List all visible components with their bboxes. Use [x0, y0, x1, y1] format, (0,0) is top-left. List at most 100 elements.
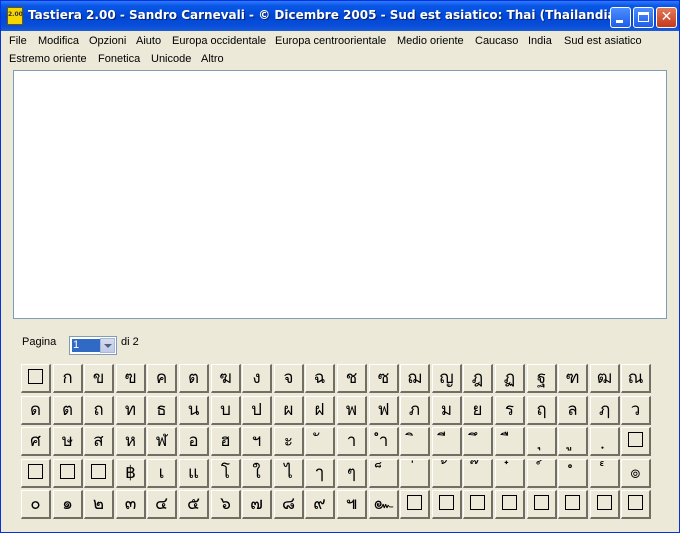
- key-r5-c15[interactable]: □: [463, 490, 493, 519]
- chevron-down-icon[interactable]: [100, 338, 115, 353]
- key-r3-c3[interactable]: ส: [84, 427, 114, 456]
- close-button[interactable]: ✕: [656, 7, 677, 28]
- key-r1-c3[interactable]: ข: [84, 364, 114, 393]
- key-r1-c10[interactable]: ฉ: [305, 364, 335, 393]
- key-r3-c20[interactable]: □: [621, 427, 651, 456]
- key-r3-c13[interactable]: ิ: [400, 427, 430, 456]
- menu-estremo-oriente[interactable]: Estremo oriente: [9, 50, 87, 68]
- key-r5-c14[interactable]: □: [432, 490, 462, 519]
- key-r4-c18[interactable]: ํ: [558, 459, 588, 488]
- menu-europa-centroorientale[interactable]: Europa centroorientale: [275, 32, 386, 50]
- key-r2-c17[interactable]: ฤ: [527, 396, 557, 425]
- key-r1-c2[interactable]: ก: [53, 364, 83, 393]
- key-r1-c14[interactable]: ญ: [432, 364, 462, 393]
- maximize-button[interactable]: [633, 7, 654, 28]
- key-r2-c16[interactable]: ร: [495, 396, 525, 425]
- key-r4-c3[interactable]: □: [84, 459, 114, 488]
- key-r5-c20[interactable]: □: [621, 490, 651, 519]
- key-r5-c2[interactable]: ๑: [53, 490, 83, 519]
- key-r2-c12[interactable]: ฟ: [369, 396, 399, 425]
- menu-file[interactable]: File: [9, 32, 27, 50]
- key-r4-c10[interactable]: ๅ: [305, 459, 335, 488]
- key-r1-c5[interactable]: ค: [147, 364, 177, 393]
- menu-unicode[interactable]: Unicode: [151, 50, 191, 68]
- menu-medio-oriente[interactable]: Medio oriente: [397, 32, 464, 50]
- keyboard-app-icon[interactable]: 2.00: [7, 7, 23, 25]
- key-r4-c17[interactable]: ์: [527, 459, 557, 488]
- key-r4-c9[interactable]: ไ: [274, 459, 304, 488]
- key-r5-c8[interactable]: ๗: [242, 490, 272, 519]
- key-r3-c16[interactable]: ื: [495, 427, 525, 456]
- key-r3-c4[interactable]: ห: [116, 427, 146, 456]
- key-r4-c4[interactable]: ฿: [116, 459, 146, 488]
- key-r3-c19[interactable]: ฺ: [590, 427, 620, 456]
- key-r3-c10[interactable]: ั: [305, 427, 335, 456]
- key-r4-c19[interactable]: ๎: [590, 459, 620, 488]
- key-r5-c10[interactable]: ๙: [305, 490, 335, 519]
- key-r5-c9[interactable]: ๘: [274, 490, 304, 519]
- key-r4-c1[interactable]: □: [21, 459, 51, 488]
- key-r1-c17[interactable]: ฐ: [527, 364, 557, 393]
- key-r3-c15[interactable]: ึ: [463, 427, 493, 456]
- key-r4-c13[interactable]: ่: [400, 459, 430, 488]
- key-r4-c12[interactable]: ็: [369, 459, 399, 488]
- key-r2-c2[interactable]: ต: [53, 396, 83, 425]
- key-r5-c6[interactable]: ๕: [179, 490, 209, 519]
- menu-altro[interactable]: Altro: [201, 50, 224, 68]
- key-r3-c12[interactable]: ำ: [369, 427, 399, 456]
- key-r2-c13[interactable]: ภ: [400, 396, 430, 425]
- key-r3-c7[interactable]: ฮ: [211, 427, 241, 456]
- key-r1-c7[interactable]: ฆ: [211, 364, 241, 393]
- key-r5-c4[interactable]: ๓: [116, 490, 146, 519]
- menu-modifica[interactable]: Modifica: [38, 32, 79, 50]
- key-r1-c20[interactable]: ณ: [621, 364, 651, 393]
- key-r3-c14[interactable]: ี: [432, 427, 462, 456]
- key-r3-c18[interactable]: ู: [558, 427, 588, 456]
- menu-sud-est-asiatico[interactable]: Sud est asiatico: [564, 32, 642, 50]
- key-r5-c3[interactable]: ๒: [84, 490, 114, 519]
- key-r1-c15[interactable]: ฎ: [463, 364, 493, 393]
- key-r5-c12[interactable]: ๛: [369, 490, 399, 519]
- key-r4-c15[interactable]: ๊: [463, 459, 493, 488]
- key-r5-c11[interactable]: ๚: [337, 490, 367, 519]
- key-r3-c17[interactable]: ุ: [527, 427, 557, 456]
- text-editor[interactable]: [13, 70, 667, 319]
- key-r5-c17[interactable]: □: [527, 490, 557, 519]
- key-r3-c5[interactable]: ฬ: [147, 427, 177, 456]
- key-r2-c5[interactable]: ธ: [147, 396, 177, 425]
- key-r2-c18[interactable]: ล: [558, 396, 588, 425]
- key-r2-c1[interactable]: ด: [21, 396, 51, 425]
- key-r1-c6[interactable]: ต: [179, 364, 209, 393]
- key-r2-c3[interactable]: ถ: [84, 396, 114, 425]
- key-r1-c4[interactable]: ฃ: [116, 364, 146, 393]
- key-r5-c19[interactable]: □: [590, 490, 620, 519]
- menu-europa-occidentale[interactable]: Europa occidentale: [172, 32, 266, 50]
- menu-aiuto[interactable]: Aiuto: [136, 32, 161, 50]
- key-r3-c8[interactable]: ฯ: [242, 427, 272, 456]
- title-bar[interactable]: 2.00 Tastiera 2.00 - Sandro Carnevali - …: [1, 1, 679, 31]
- page-select[interactable]: 1: [69, 336, 117, 355]
- key-r2-c4[interactable]: ท: [116, 396, 146, 425]
- key-r4-c2[interactable]: □: [53, 459, 83, 488]
- key-r2-c10[interactable]: ฝ: [305, 396, 335, 425]
- key-r4-c6[interactable]: แ: [179, 459, 209, 488]
- key-r2-c6[interactable]: น: [179, 396, 209, 425]
- minimize-button[interactable]: [610, 7, 631, 28]
- key-r4-c20[interactable]: ๏: [621, 459, 651, 488]
- key-r3-c9[interactable]: ะ: [274, 427, 304, 456]
- key-r2-c8[interactable]: ป: [242, 396, 272, 425]
- menu-caucaso[interactable]: Caucaso: [475, 32, 518, 50]
- key-r5-c13[interactable]: □: [400, 490, 430, 519]
- key-r4-c7[interactable]: โ: [211, 459, 241, 488]
- key-r1-c8[interactable]: ง: [242, 364, 272, 393]
- key-r2-c9[interactable]: ผ: [274, 396, 304, 425]
- key-r1-c1[interactable]: □: [21, 364, 51, 393]
- key-r3-c1[interactable]: ศ: [21, 427, 51, 456]
- key-r2-c19[interactable]: ฦ: [590, 396, 620, 425]
- key-r4-c8[interactable]: ใ: [242, 459, 272, 488]
- key-r2-c11[interactable]: พ: [337, 396, 367, 425]
- key-r3-c6[interactable]: อ: [179, 427, 209, 456]
- key-r5-c7[interactable]: ๖: [211, 490, 241, 519]
- menu-india[interactable]: India: [528, 32, 552, 50]
- key-r5-c16[interactable]: □: [495, 490, 525, 519]
